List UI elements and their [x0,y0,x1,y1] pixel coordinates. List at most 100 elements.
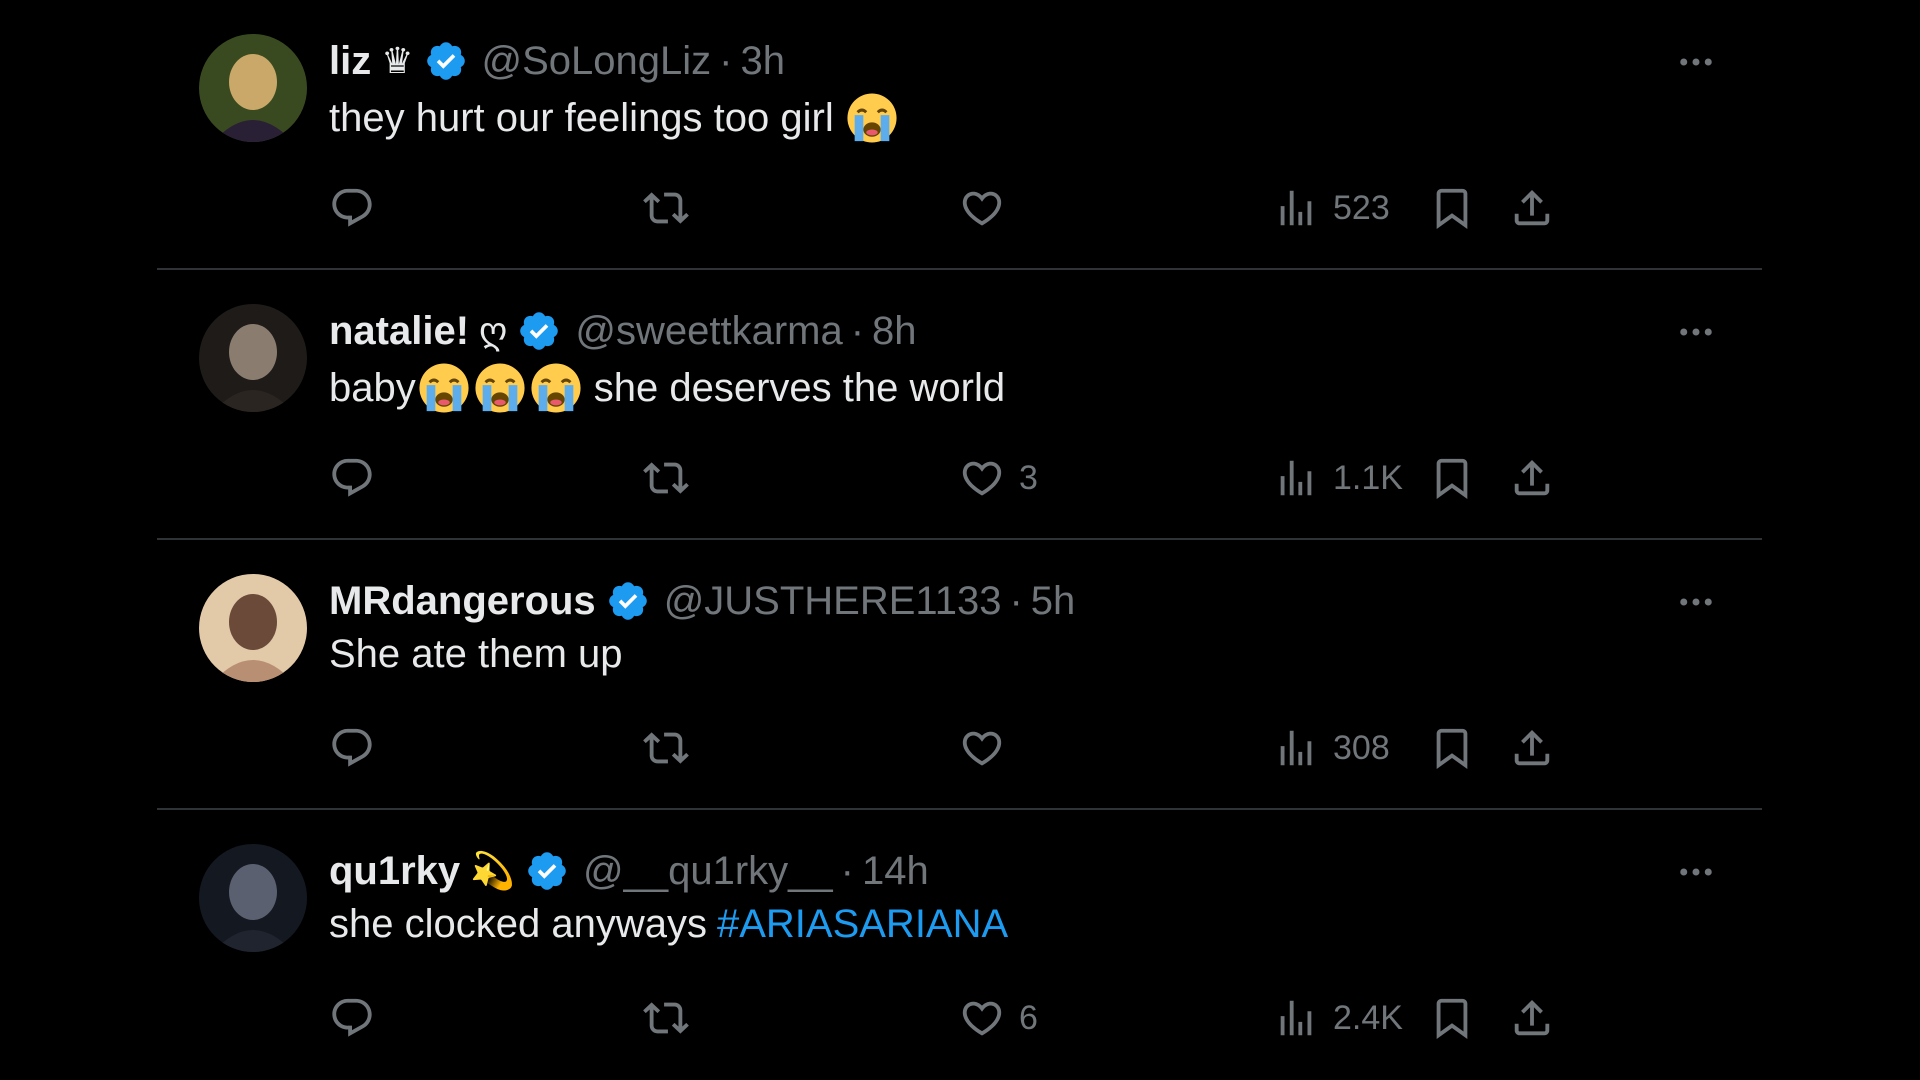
tweet-actions: 6 2.4K [329,990,1709,1046]
bookmark-button[interactable] [1429,990,1475,1046]
user-handle[interactable]: @SoLongLiz [482,39,712,84]
views-button[interactable]: 1.1K [1273,450,1403,506]
bookmark-icon [1436,728,1468,769]
like-button[interactable]: 6 [959,990,1038,1046]
like-count: 6 [1019,998,1038,1037]
retweet-icon [643,462,689,494]
avatar[interactable] [199,574,307,682]
separator-dot: · [719,38,733,83]
more-options-button[interactable] [1672,38,1720,86]
tweet-text: baby she deserves the world [329,362,1005,414]
hashtag-link[interactable]: #ARIASARIANA [717,902,1008,947]
display-name[interactable]: MRdangerous [329,579,596,624]
tweet-text-main: baby [329,365,416,410]
verified-badge-icon[interactable] [517,309,561,353]
retweet-button[interactable] [643,990,703,1046]
views-button[interactable]: 308 [1273,720,1390,776]
reply-button[interactable] [329,720,389,776]
share-button[interactable] [1509,450,1555,506]
display-name[interactable]: qu1rky [329,849,460,894]
verified-badge-icon[interactable] [424,39,468,83]
more-icon [1680,328,1712,336]
more-options-button[interactable] [1672,308,1720,356]
share-button[interactable] [1509,990,1555,1046]
emoji-group [416,362,584,414]
verified-badge-icon[interactable] [525,849,569,893]
views-count: 2.4K [1333,998,1403,1037]
tweet-text-after: she deserves the world [593,365,1006,410]
views-icon [1280,730,1312,766]
tweet-text: they hurt our feelings too girl [329,92,900,144]
tweet-actions: 523 [329,180,1709,236]
views-button[interactable]: 2.4K [1273,990,1403,1046]
display-name[interactable]: natalie! [329,309,469,354]
tweet[interactable]: liz ♛ @SoLongLiz · 3h they hurt our feel… [157,0,1762,268]
avatar[interactable] [199,304,307,412]
user-handle[interactable]: @sweettkarma [575,309,842,354]
more-icon [1680,598,1712,606]
bookmark-button[interactable] [1429,450,1475,506]
views-icon [1280,460,1312,496]
reply-icon [332,458,372,497]
verified-badge-icon[interactable] [606,579,650,623]
display-name[interactable]: liz [329,39,371,84]
timestamp[interactable]: 5h [1031,579,1076,624]
tweet-actions: 308 [329,720,1709,776]
tweet-text-main: She ate them up [329,632,623,676]
timestamp[interactable]: 3h [741,39,786,84]
like-button[interactable]: 3 [959,450,1038,506]
user-handle[interactable]: @JUSTHERE1133 [664,579,1002,624]
timestamp[interactable]: 8h [872,309,917,354]
retweet-icon [643,192,689,224]
bookmark-icon [1436,458,1468,499]
bookmark-button[interactable] [1429,180,1475,236]
reply-button[interactable] [329,450,389,506]
name-emoji: 💫 [470,850,515,891]
tweet-text: She ate them up [329,632,623,677]
reply-button[interactable] [329,990,389,1046]
tweet[interactable]: qu1rky 💫 @__qu1rky__ · 14h she clocked a… [157,810,1762,1078]
share-button[interactable] [1509,180,1555,236]
more-options-button[interactable] [1672,848,1720,896]
like-button[interactable] [959,180,1019,236]
tweet-header: qu1rky 💫 @__qu1rky__ · 14h [329,844,929,898]
separator-dot: · [840,848,854,893]
retweet-button[interactable] [643,450,703,506]
share-button[interactable] [1509,720,1555,776]
retweet-button[interactable] [643,180,703,236]
views-icon [1280,1000,1312,1036]
views-count: 523 [1333,188,1390,227]
tweet-header: MRdangerous @JUSTHERE1133 · 5h [329,574,1075,628]
user-handle[interactable]: @__qu1rky__ [583,849,833,894]
bookmark-icon [1436,188,1468,229]
crying-face-emoji [475,363,525,413]
reply-icon [332,728,372,767]
tweet-header: natalie! ღ @sweettkarma · 8h [329,304,917,358]
retweet-button[interactable] [643,720,703,776]
bookmark-icon [1436,998,1468,1039]
crying-face-emoji [847,93,897,143]
views-button[interactable]: 523 [1273,180,1390,236]
share-icon [1514,459,1550,496]
tweet-text-main: they hurt our feelings too girl [329,95,834,140]
avatar[interactable] [199,34,307,142]
tweet[interactable]: natalie! ღ @sweettkarma · 8h baby she de… [157,270,1762,538]
views-icon [1280,190,1312,226]
retweet-icon [643,732,689,764]
heart-icon [962,1001,1002,1036]
timestamp[interactable]: 14h [862,849,929,894]
reply-icon [332,188,372,227]
crying-face-emoji [531,363,581,413]
like-button[interactable] [959,720,1019,776]
separator-dot: · [850,308,865,353]
more-options-button[interactable] [1672,578,1720,626]
avatar[interactable] [199,844,307,952]
tweet[interactable]: MRdangerous @JUSTHERE1133 · 5h She ate t… [157,540,1762,808]
like-count: 3 [1019,458,1038,497]
views-count: 308 [1333,728,1390,767]
bookmark-button[interactable] [1429,720,1475,776]
heart-icon [962,461,1002,496]
heart-icon [962,731,1002,766]
reply-button[interactable] [329,180,389,236]
name-emoji: ♛ [381,40,414,81]
